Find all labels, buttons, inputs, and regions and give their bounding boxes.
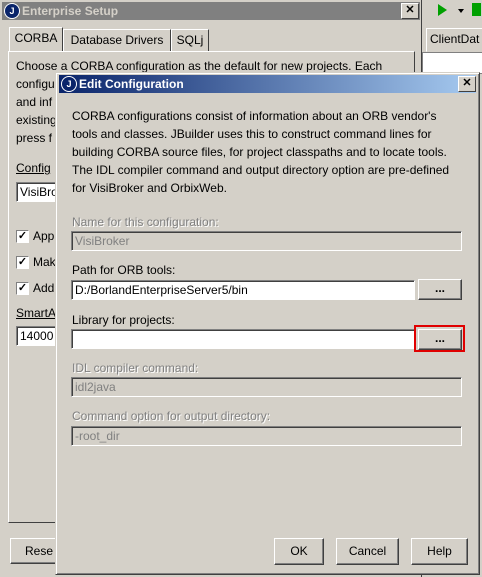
dialog-description: CORBA configurations consist of informat… [72,109,450,195]
checkbox-1[interactable]: ✓ [16,230,29,243]
client-data-tab[interactable]: ClientDat [426,28,482,52]
checkbox-1-label: App [33,229,55,243]
name-input: VisiBroker [71,231,462,251]
tab-corba[interactable]: CORBA [9,27,63,52]
checkbox-3-label: Add [33,281,55,295]
debug-icon[interactable] [472,3,481,16]
client-data-panel [422,52,482,74]
library-label: Library for projects: [72,313,175,327]
bg-desc-line-3: and inf [16,95,53,109]
help-button[interactable]: Help [411,538,468,565]
library-browse-button[interactable]: ... [418,329,462,350]
checkbox-3[interactable]: ✓ [16,282,29,295]
dropdown-arrow-icon[interactable] [458,9,464,13]
bg-desc-line-5: press f [16,131,53,145]
run-icon[interactable] [438,4,447,16]
path-label: Path for ORB tools: [72,263,176,277]
tab-database-drivers[interactable]: Database Drivers [63,29,171,52]
path-input[interactable]: D:/BorlandEnterpriseServer5/bin [71,280,415,300]
checkbox-2-label: Mak [33,255,56,269]
java-icon: J [4,3,20,19]
dialog-title: Edit Configuration [79,77,184,91]
enterprise-setup-titlebar[interactable]: J Enterprise Setup ✕ [2,2,420,20]
output-label: Command option for output directory: [72,409,271,423]
bg-desc-line-2: configu [16,77,55,91]
bg-desc-line-1: Choose a CORBA configuration as the defa… [16,59,383,73]
edit-configuration-titlebar[interactable]: J Edit Configuration ✕ [59,75,476,93]
idl-input: idl2java [71,377,462,397]
tab-sqlj[interactable]: SQLj [171,29,209,52]
name-label: Name for this configuration: [72,215,219,229]
output-input: -root_dir [71,426,462,446]
cancel-button[interactable]: Cancel [336,538,399,565]
checkbox-2[interactable]: ✓ [16,256,29,269]
library-input[interactable] [71,329,415,349]
config-label: Config [16,161,51,175]
path-browse-button[interactable]: ... [418,279,462,300]
close-icon[interactable]: ✕ [401,3,419,19]
idl-label: IDL compiler command: [72,361,199,375]
java-icon: J [61,76,77,92]
bg-desc-line-4: existing [16,113,57,127]
smart-label: SmartA [16,306,57,320]
ok-button[interactable]: OK [274,538,324,565]
close-icon[interactable]: ✕ [458,76,476,92]
enterprise-setup-title: Enterprise Setup [22,4,119,18]
